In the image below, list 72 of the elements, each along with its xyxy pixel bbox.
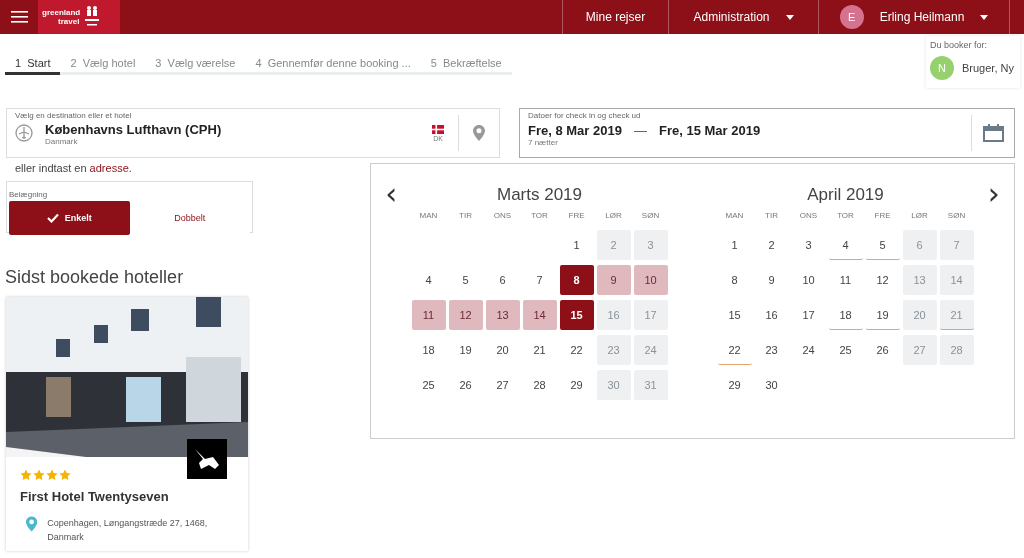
calendar-day[interactable]: 9	[596, 265, 631, 295]
section-title: Sidst bookede hoteller	[5, 267, 185, 288]
previous-month-button[interactable]: ‹	[371, 182, 412, 206]
weekday-label: TIR	[458, 211, 473, 220]
star-icon	[59, 469, 71, 481]
calendar-day[interactable]: 11	[411, 300, 446, 330]
destination-value: Københavns Lufthavn (CPH)	[45, 122, 222, 137]
weekday-label: ONS	[492, 211, 513, 220]
field-label: Belægning	[9, 190, 48, 199]
location-pin-icon	[26, 516, 38, 532]
weekday-label: SØN	[640, 211, 661, 220]
weekday-label: LØR	[604, 211, 623, 220]
step-tab[interactable]: 2 Vælg hotel	[60, 57, 146, 75]
dates-field[interactable]: Datoer for check in og check ud Fre, 8 Mar 2019 — Fre, 15 Mar 2019 7 nætter	[519, 108, 1015, 158]
figures-icon	[84, 5, 101, 29]
step-tab[interactable]: 4 Gennemfør denne booking ...	[245, 57, 421, 75]
hotel-address: Copenhagen, Løngangstræde 27, 1468, Danmark	[47, 517, 209, 544]
avatar: N	[930, 56, 954, 80]
caret-icon	[980, 14, 989, 20]
weekday-label: TOR	[836, 211, 855, 220]
weekday-label: TIR	[764, 211, 779, 220]
field-label: Vælg en destination eller et hotel	[15, 111, 133, 120]
checkmark-icon	[46, 213, 59, 223]
address-link[interactable]: adresse	[89, 162, 129, 174]
caret-icon	[785, 14, 794, 20]
country-text: Danmark	[45, 137, 79, 146]
weekday-label: MAN	[418, 211, 439, 220]
nav-item[interactable]: Mine rejser	[562, 0, 668, 34]
step-tab[interactable]: 5 Bekræftelse	[420, 57, 512, 75]
avatar: E	[839, 5, 864, 29]
step-tab[interactable]: 1 Start	[5, 57, 61, 75]
logo-text: travel	[57, 17, 81, 26]
month-title: April 2019	[806, 185, 885, 205]
occupancy-option[interactable]: Enkelt	[9, 201, 130, 235]
location-pin-icon	[473, 125, 485, 141]
logo[interactable]: greenland travel	[38, 0, 120, 34]
booking-for-label: Du booker for:	[930, 40, 989, 50]
check-out-date: Fre, 15 Mar 2019	[658, 123, 761, 138]
next-month-button[interactable]: ›	[973, 182, 1014, 206]
nav-item[interactable]: Administration	[668, 0, 818, 34]
weekday-label: ONS	[798, 211, 819, 220]
weekday-label: FRE	[567, 211, 586, 220]
nights-text: 7 nætter	[528, 138, 559, 147]
hotel-name: First Hotel Twentyseven	[20, 489, 170, 504]
calendar-day[interactable]: 10	[633, 265, 668, 295]
airplane-icon	[15, 124, 33, 142]
step-tab[interactable]: 3 Vælg værelse	[145, 57, 246, 75]
star-icon	[33, 469, 45, 481]
star-icon	[20, 469, 32, 481]
calendar-day[interactable]: 15	[559, 300, 594, 330]
traveller-name: Bruger, Ny	[962, 62, 1014, 74]
flag-icon	[432, 124, 444, 134]
address-hint: eller indtast en adresse.	[15, 162, 133, 174]
field-label: Datoer for check in og check ud	[528, 111, 642, 120]
calendar-day[interactable]: 12	[448, 300, 483, 330]
calendar-icon[interactable]	[982, 124, 1004, 142]
hotel-card[interactable]: First Hotel Twentyseven Copenhagen, Løngangstræde 27, 1468, Danmark	[6, 297, 248, 551]
weekday-label: LØR	[910, 211, 929, 220]
date-separator: —	[633, 123, 647, 138]
star-icon	[46, 469, 58, 481]
month-title: Marts 2019	[495, 185, 583, 205]
check-in-date: Fre, 8 Mar 2019	[528, 123, 622, 138]
user-menu[interactable]: E Erling Heilmann	[818, 0, 1010, 34]
calendar-day[interactable]: 14	[522, 300, 557, 330]
weekday-label: MAN	[724, 211, 745, 220]
logo-text: greenland	[42, 8, 81, 17]
weekday-label: FRE	[873, 211, 892, 220]
calendar-day[interactable]: 8	[559, 265, 594, 295]
menu-icon[interactable]	[10, 11, 28, 23]
weekday-label: TOR	[530, 211, 549, 220]
weekday-label: SØN	[946, 211, 967, 220]
calendar-day[interactable]: 13	[485, 300, 520, 330]
